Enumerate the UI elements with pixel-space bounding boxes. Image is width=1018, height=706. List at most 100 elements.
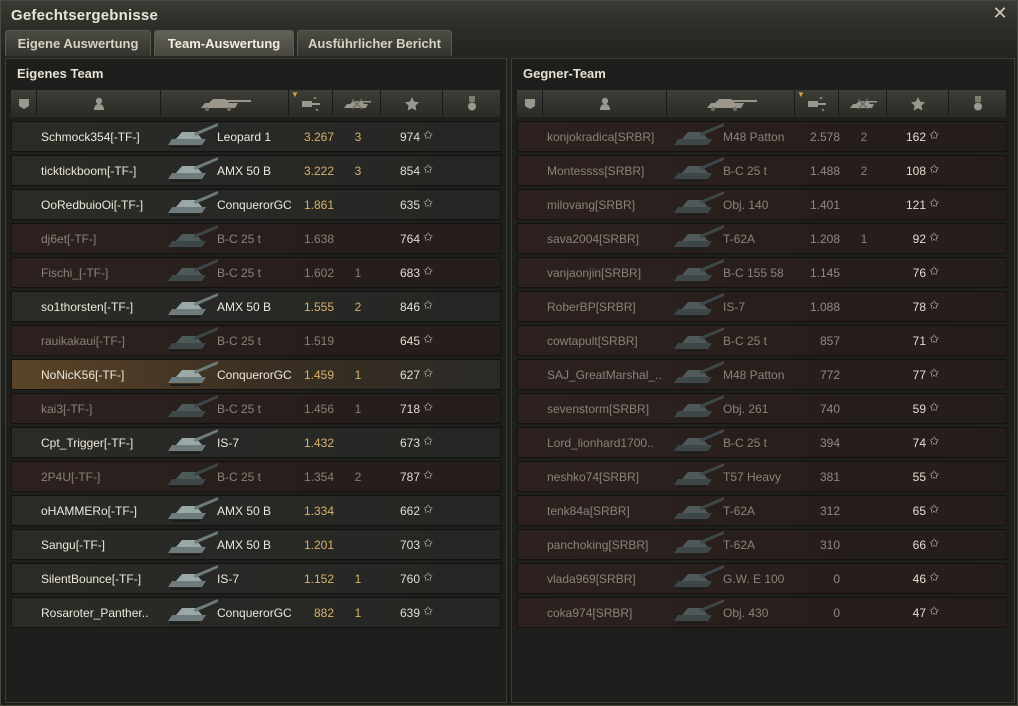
tank-icon (162, 257, 220, 288)
tank-icon (162, 155, 220, 186)
tank-icon (668, 223, 726, 254)
xp-star-icon: ✩ (423, 230, 434, 244)
kills-value: 1 (354, 266, 362, 280)
player-row[interactable]: neshko74[SRBR] T57 Heavy 381 55 ✩ (517, 461, 1007, 492)
player-row[interactable]: NoNicK56[-TF-] ConquerorGC 1.459 1 627 ✩ (11, 359, 501, 390)
player-name: NoNicK56[-TF-] (41, 368, 125, 382)
tank-icon (162, 121, 220, 152)
tank-icon (162, 359, 220, 390)
vehicle-name: B-C 25 t (723, 164, 768, 178)
header-tank-column[interactable] (161, 90, 289, 117)
header-damage-column[interactable]: ▼ (795, 90, 839, 117)
player-name: tenk84a[SRBR] (547, 504, 630, 518)
damage-value: 1.432 (303, 436, 334, 450)
header-kills-column[interactable] (839, 90, 887, 117)
xp-value: 673 (399, 436, 420, 450)
xp-star-icon: ✩ (929, 434, 940, 448)
vehicle-name: Leopard 1 (217, 130, 272, 144)
damage-value: 1.459 (303, 368, 334, 382)
xp-star-icon: ✩ (423, 128, 434, 142)
tank-icon (162, 291, 220, 322)
vehicle-name: T57 Heavy (723, 470, 782, 484)
tank-icon (162, 325, 220, 356)
xp-value: 47 (912, 606, 926, 620)
vehicle-name: IS-7 (723, 300, 746, 314)
tank-icon (668, 291, 726, 322)
player-row[interactable]: Rosaroter_Panther.. ConquerorGC 882 1 639 ✩ (11, 597, 501, 628)
vehicle-name: ConquerorGC (217, 198, 292, 212)
header-squad-column[interactable] (11, 90, 37, 117)
tank-icon (162, 461, 220, 492)
header-squad-column[interactable] (517, 90, 543, 117)
header-player-column[interactable] (543, 90, 667, 117)
player-name: RoberBP[SRBR] (547, 300, 636, 314)
header-damage-column[interactable]: ▼ (289, 90, 333, 117)
header-xp-star-column[interactable] (887, 90, 949, 117)
header-tank-column[interactable] (667, 90, 795, 117)
player-row[interactable]: Lord_lionhard1700.. B-C 25 t 394 74 ✩ (517, 427, 1007, 458)
vehicle-name: B-C 25 t (217, 334, 262, 348)
player-row[interactable]: kai3[-TF-] B-C 25 t 1.456 1 718 ✩ (11, 393, 501, 424)
player-name: sevenstorm[SRBR] (547, 402, 650, 416)
xp-star-icon: ✩ (423, 332, 434, 346)
player-row[interactable]: ticktickboom[-TF-] AMX 50 B 3.222 3 854 ✩ (11, 155, 501, 186)
tab-eigene-auswertung[interactable]: Eigene Auswertung (5, 30, 151, 56)
header-medal-column[interactable] (443, 90, 501, 117)
xp-value: 71 (912, 334, 926, 348)
header-medal-column[interactable] (949, 90, 1007, 117)
player-row[interactable]: sevenstorm[SRBR] Obj. 261 740 59 ✩ (517, 393, 1007, 424)
vehicle-name: AMX 50 B (217, 538, 272, 552)
player-row[interactable]: sava2004[SRBR] T-62A 1.208 1 92 ✩ (517, 223, 1007, 254)
tank-icon (668, 495, 726, 526)
player-row[interactable]: Cpt_Trigger[-TF-] IS-7 1.432 673 ✩ (11, 427, 501, 458)
close-icon[interactable]: ✕ (991, 4, 1009, 22)
tank-icon (668, 359, 726, 390)
player-row[interactable]: Sangu[-TF-] AMX 50 B 1.201 703 ✩ (11, 529, 501, 560)
damage-value: 3.222 (303, 164, 334, 178)
damage-value: 1.152 (303, 572, 334, 586)
player-row[interactable]: cowtapult[SRBR] B-C 25 t 857 71 ✩ (517, 325, 1007, 356)
player-row[interactable]: so1thorsten[-TF-] AMX 50 B 1.555 2 846 ✩ (11, 291, 501, 322)
xp-value: 846 (399, 300, 420, 314)
player-row[interactable]: coka974[SRBR] Obj. 430 0 47 ✩ (517, 597, 1007, 628)
tank-icon (162, 495, 220, 526)
xp-star-icon: ✩ (929, 128, 940, 142)
player-row[interactable]: dj6et[-TF-] B-C 25 t 1.638 764 ✩ (11, 223, 501, 254)
player-row[interactable]: panchoking[SRBR] T-62A 310 66 ✩ (517, 529, 1007, 560)
player-row[interactable]: oHAMMERo[-TF-] AMX 50 B 1.334 662 ✩ (11, 495, 501, 526)
damage-value: 1.401 (809, 198, 840, 212)
player-row[interactable]: tenk84a[SRBR] T-62A 312 65 ✩ (517, 495, 1007, 526)
xp-value: 787 (399, 470, 420, 484)
player-row[interactable]: vanjaonjin[SRBR] B-C 155 58 1.145 76 ✩ (517, 257, 1007, 288)
header-kills-column[interactable] (333, 90, 381, 117)
tank-icon (668, 325, 726, 356)
xp-star-icon: ✩ (929, 162, 940, 176)
own-team-title: Eigenes Team (17, 66, 104, 81)
damage-value: 1.145 (809, 266, 840, 280)
player-name: milovang[SRBR] (547, 198, 636, 212)
damage-value: 381 (819, 470, 840, 484)
player-row[interactable]: rauikakaui[-TF-] B-C 25 t 1.519 645 ✩ (11, 325, 501, 356)
sort-indicator-icon: ▼ (797, 90, 805, 99)
player-row[interactable]: Fischi_[-TF-] B-C 25 t 1.602 1 683 ✩ (11, 257, 501, 288)
player-row[interactable]: OoRedbuioOi[-TF-] ConquerorGC 1.861 635 ✩ (11, 189, 501, 220)
player-row[interactable]: RoberBP[SRBR] IS-7 1.088 78 ✩ (517, 291, 1007, 322)
xp-value: 55 (912, 470, 926, 484)
player-row[interactable]: Montessss[SRBR] B-C 25 t 1.488 2 108 ✩ (517, 155, 1007, 186)
tab-team-auswertung[interactable]: Team-Auswertung (154, 30, 294, 56)
player-row[interactable]: SAJ_GreatMarshal_.. M48 Patton 772 77 ✩ (517, 359, 1007, 390)
xp-star-icon: ✩ (929, 366, 940, 380)
player-row[interactable]: konjokradica[SRBR] M48 Patton 2.578 2 162 ✩ (517, 121, 1007, 152)
player-row[interactable]: SilentBounce[-TF-] IS-7 1.152 1 760 ✩ (11, 563, 501, 594)
header-player-column[interactable] (37, 90, 161, 117)
player-row[interactable]: Schmock354[-TF-] Leopard 1 3.267 3 974 ✩ (11, 121, 501, 152)
tank-icon (162, 223, 220, 254)
header-xp-star-column[interactable] (381, 90, 443, 117)
player-row[interactable]: 2P4U[-TF-] B-C 25 t 1.354 2 787 ✩ (11, 461, 501, 492)
player-row[interactable]: vlada969[SRBR] G.W. E 100 0 46 ✩ (517, 563, 1007, 594)
vehicle-name: AMX 50 B (217, 504, 272, 518)
tab-ausfuehrlicher-bericht[interactable]: Ausführlicher Bericht (297, 30, 452, 56)
player-name: panchoking[SRBR] (547, 538, 649, 552)
damage-value: 1.201 (303, 538, 334, 552)
player-row[interactable]: milovang[SRBR] Obj. 140 1.401 121 ✩ (517, 189, 1007, 220)
